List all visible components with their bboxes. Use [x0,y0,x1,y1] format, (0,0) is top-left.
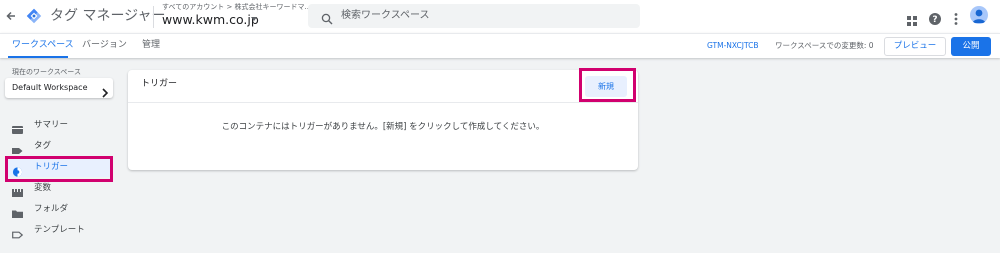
tab-versions[interactable]: バージョン [82,39,127,51]
help-icon[interactable]: ? [929,10,941,25]
triggers-card: トリガー 新規 このコンテナにはトリガーがありません。[新規] をクリックして作… [128,68,638,170]
preview-button[interactable]: プレビュー [884,37,946,56]
card-divider [128,102,638,103]
workspace-changes-count: ワークスペースでの変更数: 0 [775,41,874,50]
sidebar-item-summary[interactable]: サマリー [5,115,113,135]
summary-icon [12,120,23,134]
chevron-down-icon[interactable] [251,17,257,21]
sidebar-item-folders[interactable]: フォルダ [5,199,113,219]
tag-icon [12,141,23,154]
account-avatar[interactable] [970,6,988,24]
current-workspace-label: 現在のワークスペース [12,68,81,76]
sidebar-item-label: タグ [34,141,52,151]
variable-icon [12,183,23,197]
sidebar-item-label: テンプレート [34,225,85,235]
active-tab-indicator [8,56,68,58]
workspace-selector[interactable]: Default Workspace [5,78,113,98]
secondary-nav: ワークスペース バージョン 管理 GTM-NXCJTCB ワークスペースでの変更… [0,33,1000,58]
apps-grid-icon[interactable] [907,11,917,26]
breadcrumb[interactable]: すべてのアカウント > 株式会社キーワードマ... [162,3,311,12]
sidebar-item-label: 変数 [34,183,52,193]
sidebar-item-variables[interactable]: 変数 [5,178,113,198]
search-placeholder: 検索ワークスペース [341,10,430,21]
card-title: トリガー [141,79,178,89]
more-vert-icon[interactable] [954,10,958,25]
top-app-bar: タグ マネージャー すべてのアカウント > 株式会社キーワードマ... www.… [0,0,1000,33]
back-arrow-icon[interactable] [4,9,18,23]
workspace-name: Default Workspace [12,83,88,92]
sidebar-item-label: フォルダ [34,204,69,214]
sidebar-item-templates[interactable]: テンプレート [5,220,113,240]
folder-icon [12,204,23,218]
app-title: タグ マネージャー [50,8,166,24]
gtm-logo-icon [26,8,42,24]
tab-workspace[interactable]: ワークスペース [12,39,74,51]
empty-state-message: このコンテナにはトリガーがありません。[新規] をクリックして作成してください。 [221,122,545,132]
container-id[interactable]: GTM-NXCJTCB [707,41,758,51]
highlight-box-new [579,68,636,102]
tab-admin[interactable]: 管理 [142,39,160,51]
search-input[interactable]: 検索ワークスペース [308,4,640,28]
search-icon [321,10,333,25]
svg-text:?: ? [932,15,937,25]
template-icon [12,225,24,239]
publish-button[interactable]: 公開 [951,37,991,56]
sidebar-item-label: サマリー [34,120,69,130]
sidebar-item-tags[interactable]: タグ [5,136,113,156]
container-selector[interactable]: www.kwm.co.jp [162,12,259,28]
chevron-right-icon [101,83,109,98]
header-divider [153,6,154,28]
